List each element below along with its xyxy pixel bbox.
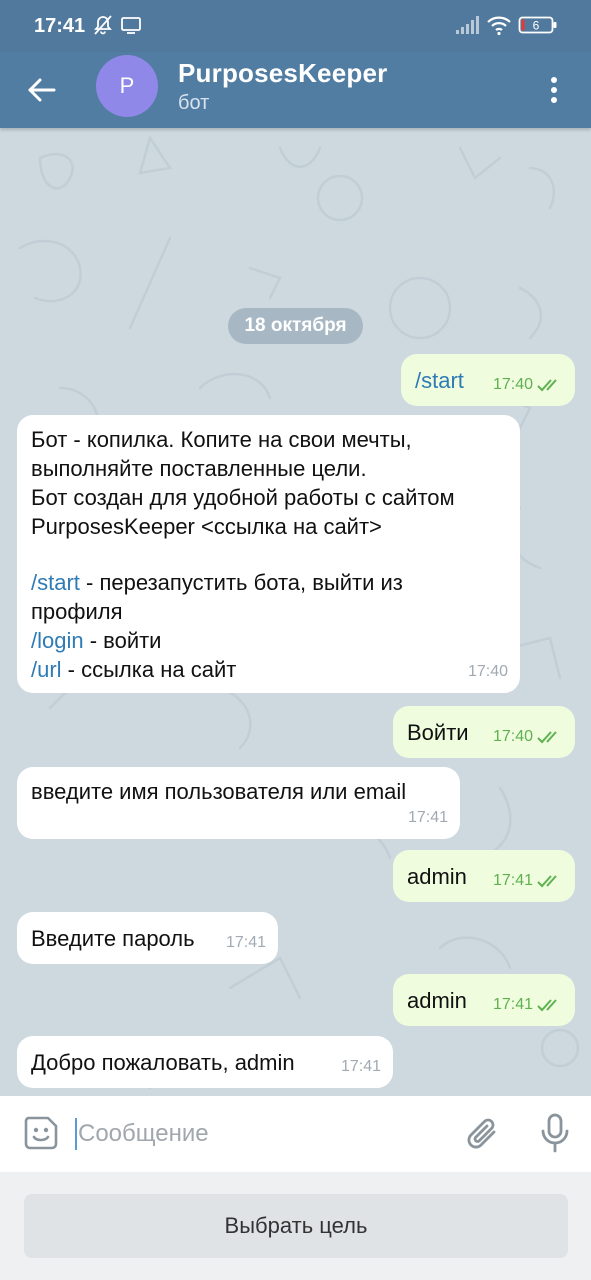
- message-time: 17:40: [467, 663, 508, 680]
- double-check-icon: [537, 874, 557, 887]
- outgoing-message[interactable]: Войти 17:40: [393, 706, 575, 758]
- double-check-icon: [537, 378, 557, 391]
- incoming-message[interactable]: Бот - копилка. Копите на свои мечты, вып…: [17, 415, 520, 693]
- double-check-icon: [537, 998, 557, 1011]
- command-description: - перезапустить бота, выйти из: [79, 570, 403, 595]
- command-line: /login - войти: [31, 626, 511, 655]
- message-meta: 17:40: [493, 370, 563, 399]
- message-text: Введите пароль: [31, 926, 195, 951]
- outgoing-message[interactable]: admin 17:41: [393, 974, 575, 1026]
- message-meta: 17:41: [226, 928, 266, 957]
- choose-goal-button[interactable]: Выбрать цель: [24, 1194, 568, 1258]
- message-time: 17:41: [492, 996, 533, 1013]
- message-meta: 17:41: [493, 990, 563, 1019]
- status-time: 17:41: [34, 15, 86, 37]
- command-description: - ссылка на сайт: [61, 657, 237, 682]
- message-text[interactable]: /start: [415, 366, 464, 395]
- incoming-message[interactable]: Введите пароль 17:41: [17, 912, 278, 964]
- message-time: 17:41: [225, 934, 266, 951]
- command-line: /start - перезапустить бота, выйти из: [31, 568, 511, 597]
- avatar[interactable]: P: [96, 55, 158, 117]
- message-time: 17:41: [407, 809, 448, 826]
- message-meta: 17:41: [408, 803, 448, 832]
- message-text: Добро пожаловать, admin: [31, 1050, 295, 1075]
- message-composer: [0, 1096, 591, 1172]
- sticker-icon[interactable]: [22, 1114, 60, 1152]
- command-description: - войти: [83, 628, 162, 653]
- outgoing-message[interactable]: admin 17:41: [393, 850, 575, 902]
- message-time: 17:40: [492, 728, 533, 745]
- message-line: профиля: [31, 599, 123, 624]
- outgoing-message[interactable]: /start 17:40: [401, 354, 575, 406]
- cast-icon: [121, 17, 141, 34]
- back-arrow-icon[interactable]: [24, 72, 60, 108]
- message-time: 17:41: [492, 872, 533, 889]
- more-vert-icon[interactable]: [540, 72, 568, 108]
- message-line: выполняйте поставленные цели.: [31, 456, 367, 481]
- message-line: Бот создан для удобной работы с сайтом: [31, 485, 455, 510]
- wifi-icon: [487, 16, 511, 36]
- command-link-start[interactable]: /start: [31, 570, 80, 595]
- battery-icon: 6: [518, 16, 557, 34]
- incoming-message[interactable]: Добро пожаловать, admin 17:41: [17, 1036, 393, 1088]
- chat-title[interactable]: PurposesKeeper: [178, 58, 387, 89]
- paperclip-icon[interactable]: [464, 1114, 502, 1154]
- message-list[interactable]: 18 октября /start 17:40 Бот - копилка. К…: [0, 128, 591, 1096]
- message-line: PurposesKeeper <ссылка на сайт>: [31, 514, 382, 539]
- incoming-message[interactable]: введите имя пользователя или email 17:41: [17, 767, 460, 839]
- command-link-url[interactable]: /url: [31, 657, 62, 682]
- message-text: Войти: [407, 720, 469, 745]
- bot-reply-keyboard: Выбрать цель: [0, 1172, 591, 1280]
- double-check-icon: [537, 730, 557, 743]
- message-meta: 17:41: [341, 1052, 381, 1081]
- message-input[interactable]: [78, 1114, 448, 1154]
- message-line: Бот - копилка. Копите на свои мечты,: [31, 427, 412, 452]
- message-time: 17:40: [492, 376, 533, 393]
- text-caret: [75, 1118, 77, 1150]
- message-text: admin: [407, 988, 467, 1013]
- command-link-login[interactable]: /login: [31, 628, 84, 653]
- message-text: Бот - копилка. Копите на свои мечты, вып…: [31, 425, 511, 684]
- message-meta: 17:40: [493, 722, 563, 751]
- microphone-icon[interactable]: [538, 1112, 572, 1154]
- date-separator: 18 октября: [228, 308, 363, 344]
- signal-icon: [456, 16, 479, 34]
- battery-level: 6: [533, 19, 540, 33]
- command-line: /url - ссылка на сайт: [31, 655, 511, 684]
- message-text: admin: [407, 864, 467, 889]
- message-meta: 17:40: [468, 657, 508, 686]
- chat-subtitle: бот: [178, 92, 210, 114]
- chat-header: P PurposesKeeper бот: [0, 52, 591, 128]
- message-text: введите имя пользователя или email: [31, 779, 407, 804]
- message-meta: 17:41: [493, 866, 563, 895]
- status-bar: 17:41 6: [0, 0, 591, 52]
- message-time: 17:41: [340, 1058, 381, 1075]
- mute-bell-icon: [94, 15, 112, 35]
